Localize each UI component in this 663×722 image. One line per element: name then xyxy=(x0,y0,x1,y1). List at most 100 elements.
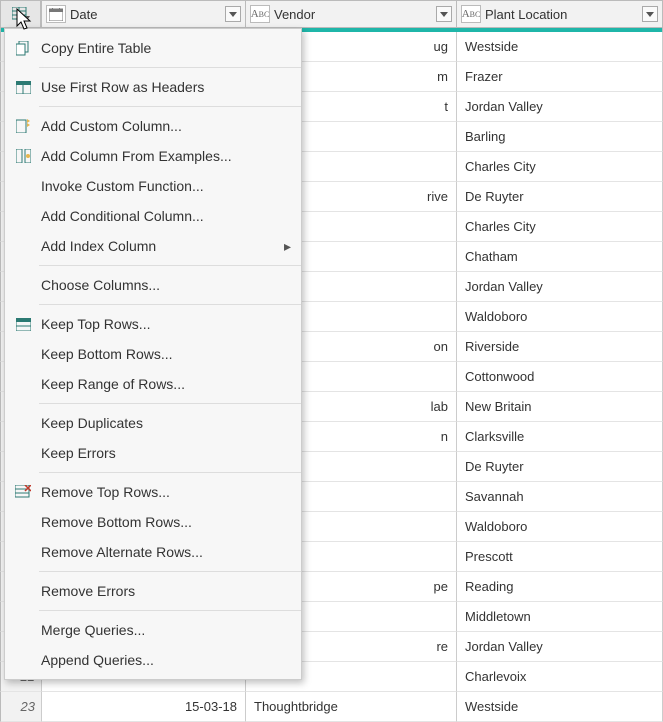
cell-plant[interactable]: De Ruyter xyxy=(457,452,663,482)
blank-icon xyxy=(9,344,37,364)
cell-plant[interactable]: Chatham xyxy=(457,242,663,272)
menu-item-label: Remove Top Rows... xyxy=(41,484,291,500)
menu-item-label: Remove Errors xyxy=(41,583,291,599)
menu-separator xyxy=(39,571,301,572)
menu-item-label: Keep Range of Rows... xyxy=(41,376,291,392)
menu-item-label: Keep Top Rows... xyxy=(41,316,291,332)
column-header-date[interactable]: Date xyxy=(42,0,246,28)
menu-item-label: Add Index Column xyxy=(41,238,279,254)
menu-item-remove-alternate-rows[interactable]: Remove Alternate Rows... xyxy=(5,537,301,567)
menu-separator xyxy=(39,265,301,266)
blank-icon xyxy=(9,443,37,463)
keep-rows-icon xyxy=(9,314,37,334)
column-filter-button[interactable] xyxy=(436,6,452,22)
blank-icon xyxy=(9,275,37,295)
menu-item-label: Copy Entire Table xyxy=(41,40,291,56)
column-examples-icon xyxy=(9,146,37,166)
cell-plant[interactable]: Barling xyxy=(457,122,663,152)
cell-plant[interactable]: Waldoboro xyxy=(457,302,663,332)
menu-item-label: Keep Bottom Rows... xyxy=(41,346,291,362)
table-context-menu: Copy Entire Table Use First Row as Heade… xyxy=(4,28,302,680)
menu-item-add-index-column[interactable]: Add Index Column ▸ xyxy=(5,231,301,261)
menu-item-append-queries[interactable]: Append Queries... xyxy=(5,645,301,675)
column-header-label: Date xyxy=(70,7,97,22)
menu-item-label: Keep Errors xyxy=(41,445,291,461)
custom-column-icon xyxy=(9,116,37,136)
remove-rows-icon xyxy=(9,482,37,502)
menu-item-label: Add Column From Examples... xyxy=(41,148,291,164)
cell-plant[interactable]: Clarksville xyxy=(457,422,663,452)
column-filter-button[interactable] xyxy=(225,6,241,22)
blank-icon xyxy=(9,236,37,256)
menu-separator xyxy=(39,403,301,404)
menu-item-add-custom-column[interactable]: Add Custom Column... xyxy=(5,111,301,141)
column-filter-button[interactable] xyxy=(642,6,658,22)
row-number[interactable]: 23 xyxy=(0,692,42,722)
cell-plant[interactable]: New Britain xyxy=(457,392,663,422)
cell-plant[interactable]: Savannah xyxy=(457,482,663,512)
table-icon xyxy=(12,7,30,21)
cell-plant[interactable]: Riverside xyxy=(457,332,663,362)
menu-item-use-first-row-as-headers[interactable]: Use First Row as Headers xyxy=(5,72,301,102)
blank-icon xyxy=(9,374,37,394)
menu-item-copy-entire-table[interactable]: Copy Entire Table xyxy=(5,33,301,63)
menu-item-remove-bottom-rows[interactable]: Remove Bottom Rows... xyxy=(5,507,301,537)
copy-icon xyxy=(9,38,37,58)
menu-item-remove-errors[interactable]: Remove Errors xyxy=(5,576,301,606)
table-menu-button[interactable] xyxy=(0,0,42,28)
cell-plant[interactable]: Jordan Valley xyxy=(457,272,663,302)
blank-icon xyxy=(9,413,37,433)
cell-vendor[interactable]: Thoughtbridge xyxy=(246,692,457,722)
menu-item-keep-bottom-rows[interactable]: Keep Bottom Rows... xyxy=(5,339,301,369)
headers-icon xyxy=(9,77,37,97)
menu-separator xyxy=(39,67,301,68)
menu-item-choose-columns[interactable]: Choose Columns... xyxy=(5,270,301,300)
menu-item-label: Keep Duplicates xyxy=(41,415,291,431)
cell-date[interactable]: 15-03-18 xyxy=(42,692,246,722)
cell-plant[interactable]: Westside xyxy=(457,32,663,62)
menu-item-keep-top-rows[interactable]: Keep Top Rows... xyxy=(5,309,301,339)
menu-separator xyxy=(39,610,301,611)
menu-item-label: Add Custom Column... xyxy=(41,118,291,134)
cell-plant[interactable]: Reading xyxy=(457,572,663,602)
cell-plant[interactable]: Middletown xyxy=(457,602,663,632)
menu-item-add-column-from-examples[interactable]: Add Column From Examples... xyxy=(5,141,301,171)
cell-plant[interactable]: Charlevoix xyxy=(457,662,663,692)
menu-item-keep-errors[interactable]: Keep Errors xyxy=(5,438,301,468)
menu-separator xyxy=(39,106,301,107)
menu-item-keep-duplicates[interactable]: Keep Duplicates xyxy=(5,408,301,438)
menu-item-label: Append Queries... xyxy=(41,652,291,668)
menu-item-label: Add Conditional Column... xyxy=(41,208,291,224)
cell-plant[interactable]: Jordan Valley xyxy=(457,92,663,122)
menu-separator xyxy=(39,304,301,305)
column-header-label: Plant Location xyxy=(485,7,567,22)
text-type-icon: ABC xyxy=(250,5,270,23)
text-type-icon: ABC xyxy=(461,5,481,23)
chevron-down-icon xyxy=(229,12,237,17)
cell-plant[interactable]: Cottonwood xyxy=(457,362,663,392)
cell-plant[interactable]: De Ruyter xyxy=(457,182,663,212)
menu-item-invoke-custom-function[interactable]: Invoke Custom Function... xyxy=(5,171,301,201)
column-header-plant-location[interactable]: ABC Plant Location xyxy=(457,0,663,28)
blank-icon xyxy=(9,650,37,670)
menu-item-add-conditional-column[interactable]: Add Conditional Column... xyxy=(5,201,301,231)
cell-plant[interactable]: Charles City xyxy=(457,212,663,242)
menu-item-merge-queries[interactable]: Merge Queries... xyxy=(5,615,301,645)
blank-icon xyxy=(9,176,37,196)
menu-item-label: Invoke Custom Function... xyxy=(41,178,291,194)
menu-item-remove-top-rows[interactable]: Remove Top Rows... xyxy=(5,477,301,507)
column-header-vendor[interactable]: ABC Vendor xyxy=(246,0,457,28)
cell-plant[interactable]: Jordan Valley xyxy=(457,632,663,662)
cell-plant[interactable]: Prescott xyxy=(457,542,663,572)
cell-plant[interactable]: Frazer xyxy=(457,62,663,92)
cell-plant[interactable]: Waldoboro xyxy=(457,512,663,542)
menu-item-keep-range-of-rows[interactable]: Keep Range of Rows... xyxy=(5,369,301,399)
column-header-label: Vendor xyxy=(274,7,315,22)
blank-icon xyxy=(9,620,37,640)
blank-icon xyxy=(9,542,37,562)
menu-item-label: Remove Bottom Rows... xyxy=(41,514,291,530)
cell-plant[interactable]: Charles City xyxy=(457,152,663,182)
blank-icon xyxy=(9,512,37,532)
cell-plant[interactable]: Westside xyxy=(457,692,663,722)
blank-icon xyxy=(9,206,37,226)
